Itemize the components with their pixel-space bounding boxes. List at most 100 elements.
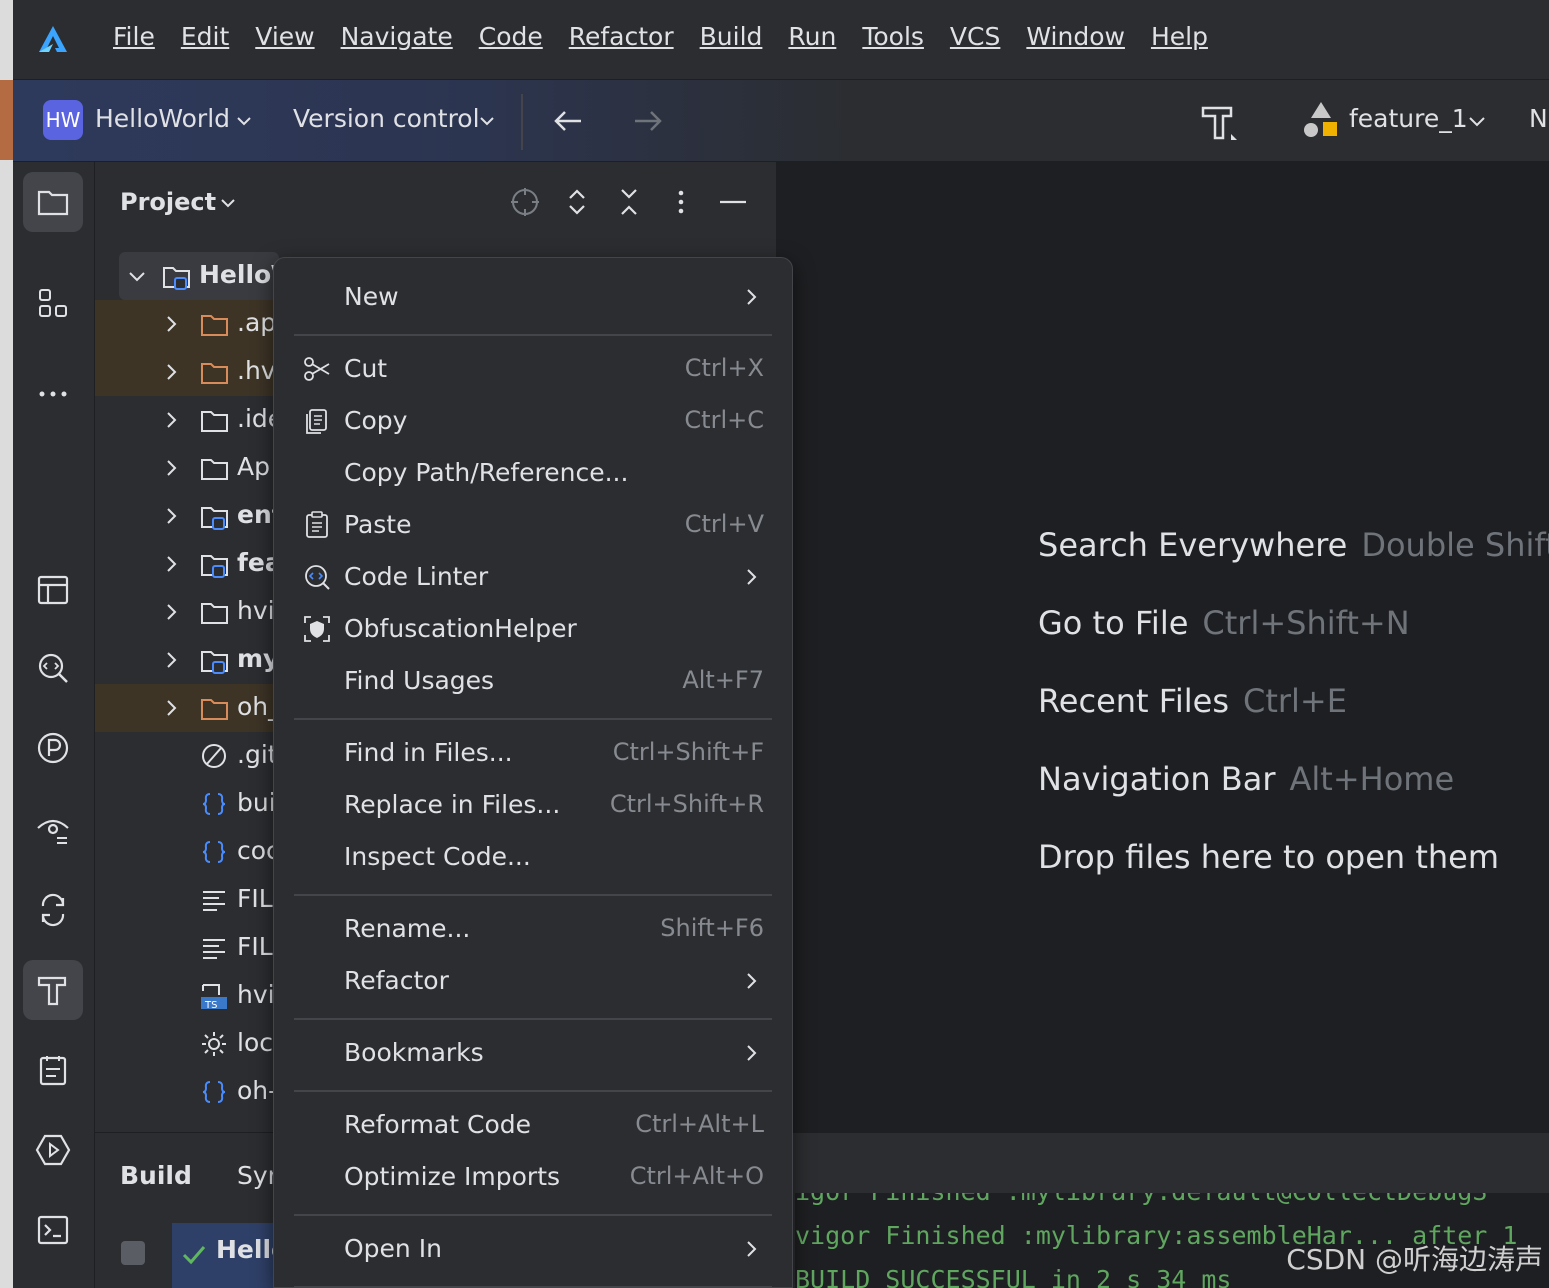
text-file-icon — [203, 891, 225, 911]
more-tools-button[interactable] — [23, 354, 83, 414]
version-control-menu[interactable]: Version control — [293, 104, 480, 133]
menu-item-replace-in-files[interactable]: Replace in Files... Ctrl+Shift+R — [284, 780, 784, 830]
profiler-tool-button[interactable] — [23, 718, 83, 778]
forward-arrow-icon[interactable] — [631, 104, 665, 138]
expand-all-icon[interactable] — [561, 186, 593, 218]
menu-item-new[interactable]: New — [284, 272, 784, 322]
tree-label: oh- — [237, 1076, 278, 1105]
menu-separator — [294, 1214, 772, 1216]
project-panel-title[interactable]: Project — [120, 188, 216, 216]
hint-shortcut: Alt+Home — [1289, 760, 1455, 798]
run-icon — [35, 1134, 71, 1166]
menu-item-find-usages[interactable]: Find Usages Alt+F7 — [284, 656, 784, 706]
menu-item-copy[interactable]: Copy Ctrl+C — [284, 396, 784, 446]
menu-item-label: ObfuscationHelper — [344, 614, 577, 643]
tree-label: .ap — [237, 308, 277, 337]
tab-build[interactable]: Build — [120, 1161, 192, 1190]
menu-item-reformat-code[interactable]: Reformat Code Ctrl+Alt+L — [284, 1100, 784, 1150]
menu-item-bookmarks[interactable]: Bookmarks — [284, 1028, 784, 1078]
layout-tool-button[interactable] — [23, 560, 83, 620]
run-config-name[interactable]: feature_1 — [1349, 104, 1468, 133]
chevron-right-icon — [167, 556, 177, 572]
locate-icon[interactable] — [509, 186, 541, 218]
window-edge — [0, 0, 13, 1288]
hide-panel-icon[interactable] — [717, 186, 749, 218]
menu-item-find-in-files[interactable]: Find in Files... Ctrl+Shift+F — [284, 728, 784, 778]
chevron-down-icon[interactable] — [478, 112, 496, 130]
structure-tool-button[interactable] — [23, 274, 83, 334]
project-badge[interactable]: HW — [43, 100, 83, 140]
run-tool-button[interactable] — [23, 1120, 83, 1180]
options-menu-icon[interactable] — [665, 186, 697, 218]
clipboard-icon — [39, 1056, 67, 1086]
menu-item-open-in[interactable]: Open In — [284, 1224, 784, 1274]
build-tree-toggle[interactable] — [121, 1241, 145, 1265]
ignore-icon — [202, 744, 226, 768]
menu-tools[interactable]: Tools — [862, 22, 924, 51]
terminal-icon — [37, 1215, 69, 1245]
menu-separator — [294, 1090, 772, 1092]
chevron-right-icon — [167, 604, 177, 620]
chevron-down-icon[interactable] — [219, 194, 237, 212]
menu-code[interactable]: Code — [479, 22, 543, 51]
json-icon — [202, 793, 226, 815]
chevron-right-icon — [747, 1045, 757, 1061]
paste-icon — [306, 511, 328, 538]
build-tree-item[interactable]: Hello — [172, 1223, 288, 1288]
menu-item-cut[interactable]: Cut Ctrl+X — [284, 344, 784, 394]
build-tool-button[interactable] — [23, 960, 83, 1020]
editor-hint: Navigation Bar Alt+Home — [1038, 760, 1454, 798]
menu-item-rename[interactable]: Rename... Shift+F6 — [284, 904, 784, 954]
menu-item-inspect-code[interactable]: Inspect Code... — [284, 832, 784, 882]
menu-item-shortcut: Ctrl+C — [684, 406, 764, 434]
sync-tool-button[interactable] — [23, 880, 83, 940]
menu-edit[interactable]: Edit — [181, 22, 229, 51]
menu-file[interactable]: File — [113, 22, 155, 51]
menu-separator — [294, 894, 772, 896]
run-config-icon[interactable] — [1301, 100, 1341, 140]
chevron-right-icon — [167, 508, 177, 524]
chevron-down-icon[interactable] — [235, 112, 253, 130]
menu-item-code-linter[interactable]: Code Linter — [284, 552, 784, 602]
menu-item-label: Open In — [344, 1234, 442, 1263]
menu-view[interactable]: View — [255, 22, 314, 51]
menu-item-refactor[interactable]: Refactor — [284, 956, 784, 1006]
menu-build[interactable]: Build — [700, 22, 763, 51]
hint-shortcut: Ctrl+Shift+N — [1202, 604, 1410, 642]
tree-label: bui — [237, 788, 276, 817]
main-toolbar: HW HelloWorld Version control feature_1 … — [13, 80, 1549, 162]
module-folder-icon — [201, 507, 228, 530]
tree-row[interactable]: Hello\ — [119, 252, 280, 300]
project-name[interactable]: HelloWorld — [95, 104, 230, 133]
editor-hint: Go to File Ctrl+Shift+N — [1038, 604, 1410, 642]
menu-item-optimize-imports[interactable]: Optimize Imports Ctrl+Alt+O — [284, 1152, 784, 1202]
folder-icon — [201, 363, 228, 384]
profiler-icon — [37, 732, 69, 764]
project-tool-button[interactable] — [23, 172, 83, 232]
module-folder-icon — [201, 651, 228, 674]
chevron-right-icon — [747, 289, 757, 305]
menu-refactor[interactable]: Refactor — [569, 22, 674, 51]
menu-navigate[interactable]: Navigate — [341, 22, 453, 51]
build-hammer-icon[interactable] — [1197, 100, 1241, 144]
console-line: BUILD SUCCESSFUL in 2 s 34 ms — [795, 1265, 1232, 1288]
folder-icon — [37, 190, 69, 216]
module-folder-icon — [201, 555, 228, 578]
menu-help[interactable]: Help — [1151, 22, 1208, 51]
chevron-down-icon[interactable] — [1467, 112, 1487, 130]
back-arrow-icon[interactable] — [551, 104, 585, 138]
code-linter-tool-button[interactable] — [23, 638, 83, 698]
editor-empty-area[interactable]: Search Everywhere Double Shift Go to File C… — [778, 162, 1549, 1132]
collapse-all-icon[interactable] — [613, 186, 645, 218]
menu-item-paste[interactable]: Paste Ctrl+V — [284, 500, 784, 550]
menu-window[interactable]: Window — [1026, 22, 1125, 51]
menu-run[interactable]: Run — [788, 22, 836, 51]
editor-hint: Search Everywhere Double Shift — [1038, 526, 1549, 564]
menu-item-obfuscationhelper[interactable]: ObfuscationHelper — [284, 604, 784, 654]
chevron-down-icon — [129, 272, 145, 282]
preview-tool-button[interactable] — [23, 800, 83, 860]
menu-vcs[interactable]: VCS — [950, 22, 1000, 51]
menu-item-copy-path-reference[interactable]: Copy Path/Reference... — [284, 448, 784, 498]
todo-tool-button[interactable] — [23, 1040, 83, 1100]
terminal-tool-button[interactable] — [23, 1200, 83, 1260]
